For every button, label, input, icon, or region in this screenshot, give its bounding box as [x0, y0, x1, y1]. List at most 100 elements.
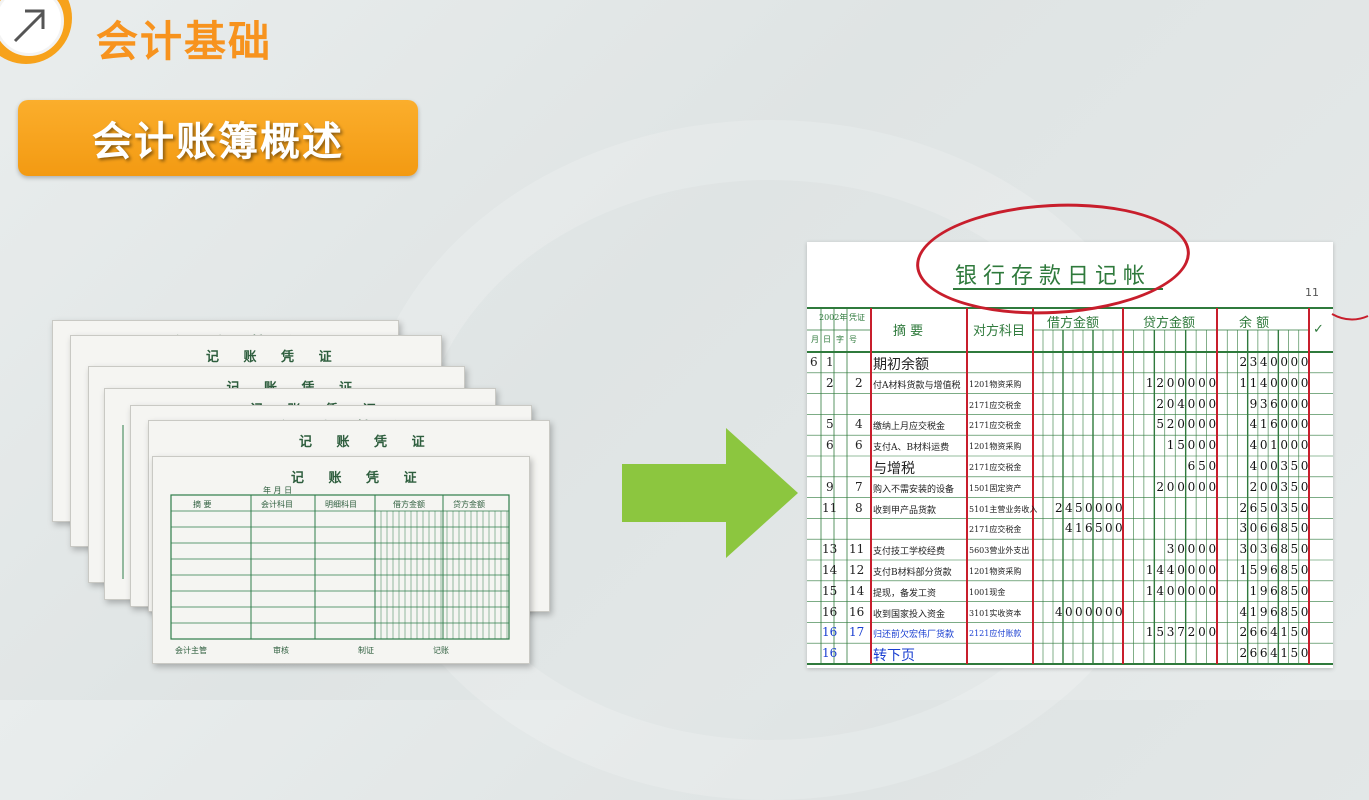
row-day: 5: [826, 417, 834, 432]
row-day: 9: [826, 479, 834, 494]
row-credit-digit: 3: [1166, 542, 1175, 557]
row-balance-digit: 0: [1249, 542, 1258, 557]
row-credit-digit: 4: [1156, 563, 1164, 577]
row-credit-digit: 0: [1208, 583, 1217, 598]
row-account: 2171应交税金: [969, 525, 1022, 535]
row-debit-digit: 5: [1075, 500, 1083, 515]
row-account: 2171应交税金: [969, 421, 1022, 431]
row-month: 6: [810, 355, 818, 369]
row-balance-digit: 6: [1259, 521, 1268, 536]
red-pointer-mark: [1331, 313, 1369, 321]
row-balance-digit: 0: [1300, 459, 1309, 473]
row-balance-digit: 6: [1259, 646, 1268, 661]
row-debit-digit: 0: [1115, 604, 1123, 619]
row-balance-digit: 6: [1270, 583, 1278, 598]
row-balance-digit: 1: [1239, 375, 1248, 390]
row-summary: 缴纳上月应交税金: [873, 422, 946, 433]
row-day: 13: [822, 542, 838, 557]
row-balance-digit: 0: [1280, 417, 1288, 432]
row-credit-digit: 0: [1177, 479, 1185, 494]
row-credit-digit: 0: [1208, 438, 1217, 453]
row-credit-digit: 0: [1198, 396, 1206, 411]
row-balance-digit: 1: [1270, 438, 1278, 453]
row-balance-digit: 0: [1300, 625, 1309, 640]
subheader: 号: [849, 335, 857, 344]
row-balance-digit: 9: [1259, 583, 1268, 598]
row-account: 1001现金: [969, 587, 1006, 597]
row-account: 5603营业外支出: [969, 546, 1030, 556]
voucher-col-header: 会计科目: [261, 500, 293, 509]
row-summary: 提现，备发工资: [873, 588, 937, 599]
row-credit-digit: 0: [1208, 542, 1217, 557]
row-credit-digit: 2: [1156, 375, 1164, 390]
subheader: 日: [823, 335, 831, 344]
row-balance-digit: 1: [1259, 417, 1268, 432]
row-balance-digit: 5: [1249, 563, 1258, 577]
row-balance-digit: 5: [1290, 604, 1299, 619]
voucher-card: 记 账 凭 证年 月 日摘 要会计科目 明细科目 借方金额 贷方金额 会计主管 审核 制证记…: [152, 456, 530, 664]
row-day: 11: [822, 500, 838, 515]
row-credit-digit: 0: [1187, 479, 1196, 494]
row-summary: 转下页: [873, 648, 915, 665]
row-voucher-no: 8: [855, 500, 863, 515]
row-balance-digit: 5: [1290, 542, 1299, 557]
voucher-col-header: 贷方金额: [453, 500, 485, 509]
row-balance-digit: 0: [1259, 459, 1268, 473]
row-credit-digit: 0: [1198, 375, 1206, 390]
row-balance-digit: 0: [1300, 417, 1309, 432]
row-balance-digit: 2: [1239, 646, 1248, 661]
row-debit-digit: 4: [1065, 500, 1073, 515]
header-voucher: 凭证: [849, 313, 865, 322]
subheader: 月: [811, 335, 819, 344]
row-credit-digit: 1: [1145, 375, 1154, 390]
row-balance-digit: 0: [1280, 438, 1288, 453]
row-credit-digit: 5: [1177, 438, 1185, 453]
voucher-footer-label: 制证: [358, 646, 374, 655]
row-summary: 支付技工学校经费: [873, 547, 946, 558]
row-balance-digit: 5: [1290, 563, 1299, 577]
row-account: 1501固定资产: [969, 483, 1022, 493]
row-summary: 期初余额: [873, 357, 929, 373]
row-account: 2171应交税金: [969, 400, 1022, 410]
row-balance-digit: 1: [1249, 583, 1258, 598]
row-debit-digit: 1: [1075, 521, 1083, 536]
row-balance-digit: 5: [1290, 625, 1299, 640]
row-balance-digit: 0: [1290, 417, 1299, 432]
row-debit-digit: 0: [1095, 604, 1103, 619]
row-credit-digit: 7: [1177, 625, 1185, 640]
row-balance-digit: 0: [1280, 375, 1288, 390]
row-balance-digit: 9: [1249, 396, 1258, 411]
row-summary: 付A材料货款与增值税: [873, 380, 961, 391]
row-balance-digit: 0: [1300, 563, 1309, 577]
row-credit-digit: 0: [1187, 417, 1196, 432]
row-debit-digit: 2: [1055, 500, 1063, 515]
row-credit-digit: 1: [1166, 438, 1175, 453]
row-balance-digit: 0: [1300, 479, 1309, 494]
row-balance-digit: 0: [1300, 542, 1309, 557]
row-credit-digit: 3: [1166, 625, 1175, 640]
row-account: 1201物资采购: [969, 379, 1022, 389]
row-balance-digit: 2: [1239, 500, 1248, 515]
row-balance-digit: 0: [1300, 583, 1309, 598]
row-balance-digit: 4: [1259, 375, 1268, 390]
row-debit-digit: 6: [1085, 521, 1093, 536]
row-credit-digit: 0: [1198, 417, 1206, 432]
row-day: 16: [822, 625, 838, 640]
row-balance-digit: 4: [1249, 438, 1258, 453]
row-credit-digit: 5: [1156, 625, 1164, 640]
row-debit-digit: 0: [1085, 500, 1093, 515]
row-debit-digit: 0: [1115, 521, 1123, 536]
row-balance-digit: 5: [1259, 500, 1268, 515]
row-balance-digit: 5: [1290, 459, 1299, 473]
row-balance-digit: 0: [1270, 459, 1278, 473]
row-day: 15: [822, 583, 838, 598]
subheader: 字: [836, 335, 844, 344]
row-credit-digit: 0: [1208, 563, 1217, 577]
row-credit-digit: 0: [1166, 375, 1175, 390]
row-balance-digit: 0: [1259, 438, 1268, 453]
row-balance-digit: 0: [1300, 375, 1309, 390]
row-credit-digit: 5: [1198, 459, 1206, 473]
row-balance-digit: 0: [1300, 604, 1309, 619]
row-summary: 支付B材料部分货款: [873, 568, 952, 578]
row-credit-digit: 0: [1187, 542, 1196, 557]
